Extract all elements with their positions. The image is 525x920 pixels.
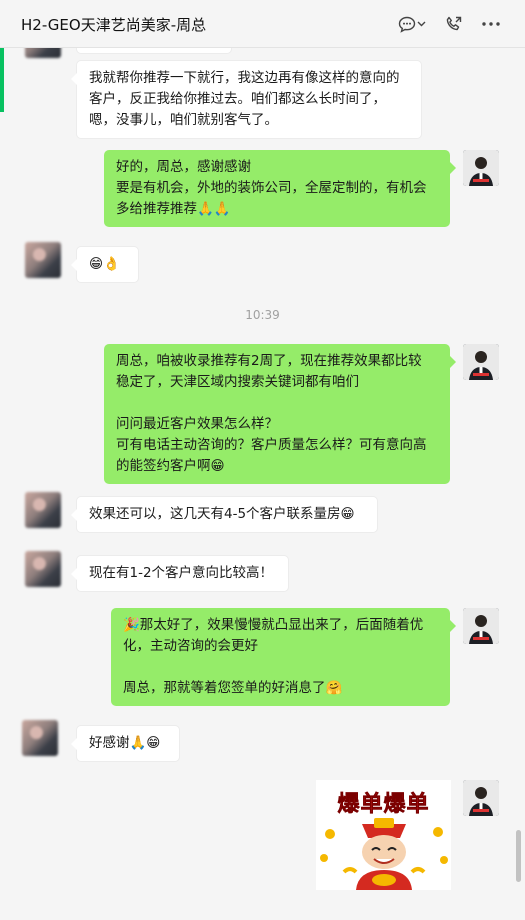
avatar-self[interactable]: [463, 780, 499, 816]
avatar-self[interactable]: [463, 608, 499, 644]
message-bubble-incoming: 效果还可以，这几天有4-5个客户联系量房😁: [71, 496, 378, 533]
message-bubble-outgoing: 周总，咱被收录推荐有2周了，现在推荐效果都比较 稳定了，天津区域内搜索关键词都有…: [104, 344, 456, 484]
chat-title: H2-GEO天津艺尚美家-周总: [21, 16, 207, 34]
message-bubble-incoming: 😁👌: [71, 246, 139, 283]
chat-area[interactable]: 我就帮你推荐一下就行，我这边再有像这样的意向的 客户，反正我给你推过去。咱们都这…: [0, 48, 525, 920]
more-dots-icon[interactable]: [478, 12, 504, 36]
god-of-wealth-icon: [320, 818, 448, 890]
message-bubble-outgoing: 🎉那太好了，效果慢慢就凸显出来了，后面随着优 化，主动咨询的会更好 周总，那就等…: [111, 608, 456, 706]
avatar[interactable]: [25, 492, 61, 528]
message-bubble-incoming: 我就帮你推荐一下就行，我这边再有像这样的意向的 客户，反正我给你推过去。咱们都这…: [71, 60, 422, 139]
message-bubble-incoming: 现在有1-2个客户意向比较高！: [71, 555, 289, 592]
message-bubble-partial: [76, 48, 232, 54]
avatar[interactable]: [22, 720, 58, 756]
sticker-image[interactable]: 爆单爆单: [316, 780, 451, 890]
avatar[interactable]: [25, 551, 61, 587]
avatar-self[interactable]: [463, 150, 499, 186]
avatar[interactable]: [25, 48, 61, 58]
timestamp: 10:39: [245, 308, 280, 322]
scrollbar-thumb[interactable]: [516, 830, 521, 882]
phone-call-icon[interactable]: [441, 12, 467, 36]
message-bubble-incoming: 好感谢🙏😁: [71, 725, 180, 762]
avatar[interactable]: [25, 242, 61, 278]
message-bubble-outgoing: 好的，周总，感谢感谢 要是有机会，外地的装饰公司，全屋定制的，有机会 多给推荐推…: [104, 150, 456, 227]
avatar-self[interactable]: [463, 344, 499, 380]
title-bar: H2-GEO天津艺尚美家-周总: [0, 0, 525, 48]
chevron-down-icon[interactable]: [414, 12, 428, 36]
